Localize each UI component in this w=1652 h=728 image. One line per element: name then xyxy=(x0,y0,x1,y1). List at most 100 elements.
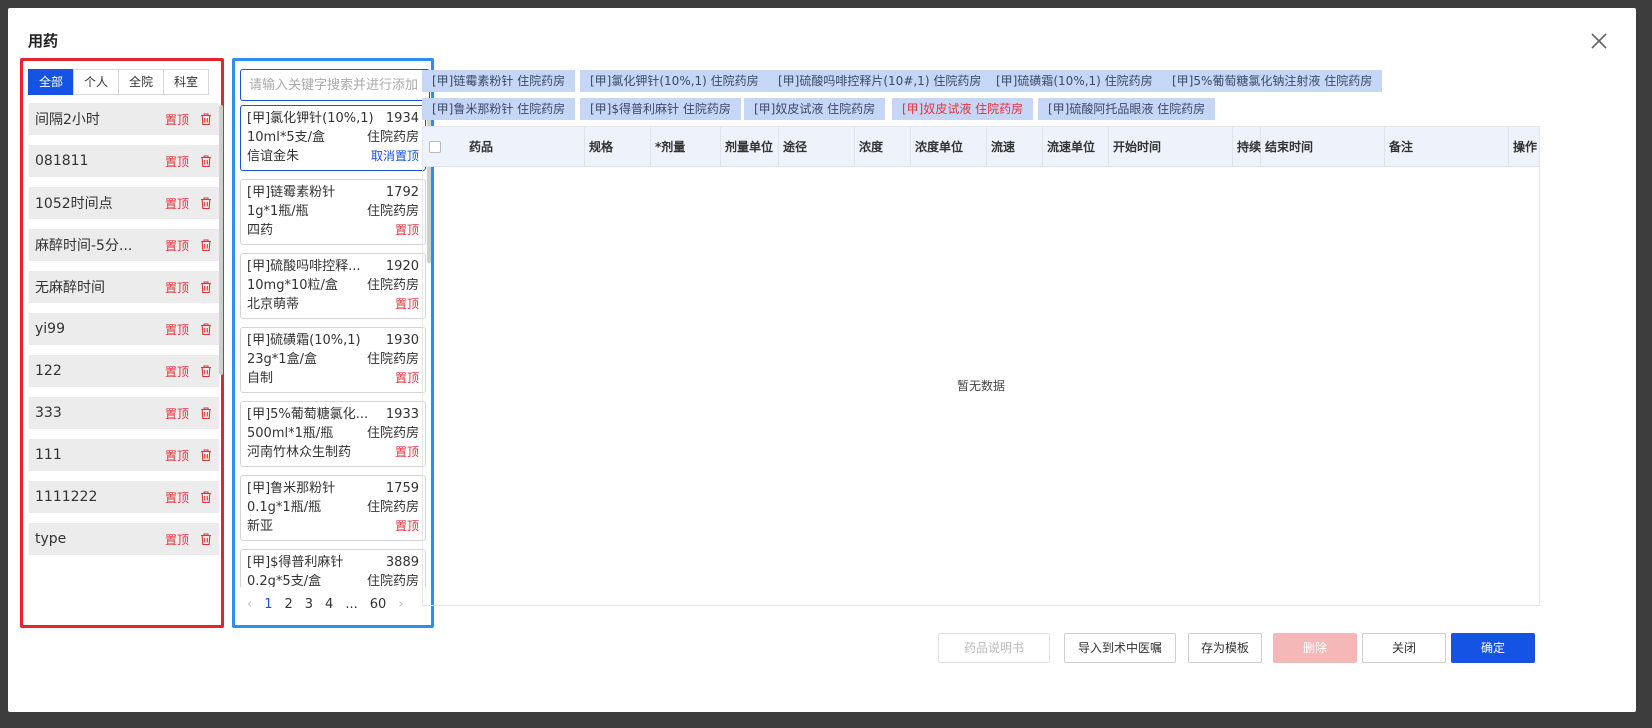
trash-icon[interactable] xyxy=(199,154,213,168)
page-number[interactable]: ... xyxy=(345,597,357,612)
delete-button[interactable]: 删除 xyxy=(1273,633,1357,663)
drug-name: [甲]硫磺霜(10%,1) xyxy=(247,333,361,348)
template-list: 间隔2小时 置顶 081811 置顶 1052时间点 置顶 麻醉时间-5分... 置顶 无麻醉时… xyxy=(29,103,219,565)
column-header: 持续 xyxy=(1233,127,1261,167)
import-order-button[interactable]: 导入到术中医嘱 xyxy=(1064,633,1176,663)
trash-icon[interactable] xyxy=(199,448,213,462)
template-item[interactable]: yi99 置顶 xyxy=(29,313,219,345)
pin-to-top-link[interactable]: 置顶 xyxy=(165,111,189,128)
column-header: 备注 xyxy=(1385,127,1509,167)
template-item[interactable]: 122 置顶 xyxy=(29,355,219,387)
trash-icon[interactable] xyxy=(199,490,213,504)
template-item-label: 1111222 xyxy=(35,489,98,505)
save-template-button[interactable]: 存为模板 xyxy=(1188,633,1262,663)
pin-to-top-link[interactable]: 置顶 xyxy=(395,369,419,388)
pin-to-top-link[interactable]: 置顶 xyxy=(165,195,189,212)
drug-chip[interactable]: [甲]奴皮试液 住院药房 xyxy=(744,98,886,120)
pin-to-top-link[interactable]: 置顶 xyxy=(165,237,189,254)
page-number[interactable]: 2 xyxy=(284,597,292,612)
page-number[interactable]: 4 xyxy=(325,597,333,612)
pin-to-top-link[interactable]: 置顶 xyxy=(395,443,419,462)
trash-icon[interactable] xyxy=(199,322,213,336)
tab-personal[interactable]: 个人 xyxy=(73,69,120,95)
template-item[interactable]: 333 置顶 xyxy=(29,397,219,429)
pin-to-top-link[interactable]: 置顶 xyxy=(395,221,419,240)
dialog-title: 用药 xyxy=(28,32,59,50)
pin-to-top-link[interactable]: 置顶 xyxy=(165,153,189,170)
trash-icon[interactable] xyxy=(199,364,213,378)
confirm-button[interactable]: 确定 xyxy=(1451,633,1535,663)
drug-name: [甲]鲁米那粉针 xyxy=(247,481,336,496)
select-all-checkbox[interactable] xyxy=(429,141,441,153)
close-button[interactable]: 关闭 xyxy=(1362,633,1446,663)
template-item-label: type xyxy=(35,531,67,547)
drug-search-input[interactable] xyxy=(240,69,430,101)
pin-to-top-link[interactable]: 置顶 xyxy=(165,279,189,296)
drug-card[interactable]: [甲]鲁米那粉针 1759 0.1g*1瓶/瓶 住院药房 新亚 置顶 xyxy=(240,475,426,541)
pin-to-top-link[interactable]: 置顶 xyxy=(165,531,189,548)
drug-chip[interactable]: [甲]链霉素粉针 住院药房 xyxy=(422,70,576,92)
trash-icon[interactable] xyxy=(199,112,213,126)
drug-spec: 500ml*1瓶/瓶 xyxy=(247,426,334,441)
drug-card[interactable]: [甲]$得普利麻针38890.2g*5支/盒住院药房捷利康置顶 xyxy=(240,549,426,587)
page-number[interactable]: 1 xyxy=(264,597,272,612)
drug-maker: 自制 xyxy=(247,371,274,386)
pin-to-top-link[interactable]: 置顶 xyxy=(395,295,419,314)
drug-card[interactable]: [甲]链霉素粉针 1792 1g*1瓶/瓶 住院药房 四药 置顶 xyxy=(240,179,426,245)
close-icon[interactable] xyxy=(1588,30,1610,52)
tab-all[interactable]: 全部 xyxy=(28,69,75,95)
prev-page-icon[interactable]: ‹ xyxy=(247,597,252,612)
drug-chip[interactable]: [甲]硫酸阿托品眼液 住院药房 xyxy=(1038,98,1216,120)
drug-card[interactable]: [甲]硫酸吗啡控释... 1920 10mg*10粒/盒 住院药房 北京萌蒂 置顶 xyxy=(240,253,426,319)
drug-chip[interactable]: [甲]$得普利麻针 住院药房 xyxy=(580,98,741,120)
drug-chip[interactable]: [甲]鲁米那粉针 住院药房 xyxy=(422,98,576,120)
drug-chip[interactable]: [甲]硫酸吗啡控释片(10#,1) 住院药房 xyxy=(768,70,992,92)
template-item[interactable]: 111 置顶 xyxy=(29,439,219,471)
column-header: *剂量 xyxy=(651,127,721,167)
template-item[interactable]: 1052时间点 置顶 xyxy=(29,187,219,219)
drug-manual-button[interactable]: 药品说明书 xyxy=(938,633,1050,663)
column-header: 开始时间 xyxy=(1109,127,1233,167)
drug-chip[interactable]: [甲]奴皮试液 住院药房 xyxy=(892,98,1034,120)
drug-card[interactable]: [甲]5%葡萄糖氯化... 1933 500ml*1瓶/瓶 住院药房 河南竹林众生制药 置… xyxy=(240,401,426,467)
trash-icon[interactable] xyxy=(199,238,213,252)
trash-icon[interactable] xyxy=(199,406,213,420)
next-page-icon[interactable]: › xyxy=(398,597,403,612)
drug-pharmacy: 住院药房 xyxy=(366,204,419,219)
drug-chip[interactable]: [甲]氯化钾针(10%,1) 住院药房 xyxy=(580,70,769,92)
template-list-scrollbar[interactable] xyxy=(219,105,223,375)
template-item[interactable]: 麻醉时间-5分... 置顶 xyxy=(29,229,219,261)
template-item[interactable]: type 置顶 xyxy=(29,523,219,555)
template-item[interactable]: 081811 置顶 xyxy=(29,145,219,177)
template-item[interactable]: 无麻醉时间 置顶 xyxy=(29,271,219,303)
pin-to-top-link[interactable]: 置顶 xyxy=(165,405,189,422)
column-header: 浓度 xyxy=(855,127,911,167)
pin-to-top-link[interactable]: 置顶 xyxy=(395,517,419,536)
drug-pharmacy: 住院药房 xyxy=(366,574,419,587)
drug-card[interactable]: [甲]氯化钾针(10%,1) 1934 10ml*5支/盒 住院药房 信谊金朱 取消置顶 xyxy=(240,105,426,171)
tab-department[interactable]: 科室 xyxy=(163,69,210,95)
drug-pharmacy: 住院药房 xyxy=(366,130,419,145)
column-header: 结束时间 xyxy=(1261,127,1385,167)
medication-table: 药品 规格 *剂量 剂量单位 途径 浓度 浓度单位 流速 流速单位 开始时间 持续 结束时间 备注 操作 … xyxy=(422,126,1540,606)
unpin-link[interactable]: 取消置顶 xyxy=(371,147,419,166)
template-item-label: 333 xyxy=(35,405,62,421)
drug-spec: 0.1g*1瓶/瓶 xyxy=(247,500,322,515)
drug-chip[interactable]: [甲]5%葡萄糖氯化钠注射液 住院药房 xyxy=(1162,70,1383,92)
template-tabs: 全部 个人 全院 科室 xyxy=(28,69,210,95)
page-number[interactable]: 3 xyxy=(305,597,313,612)
pin-to-top-link[interactable]: 置顶 xyxy=(165,321,189,338)
trash-icon[interactable] xyxy=(199,532,213,546)
pin-to-top-link[interactable]: 置顶 xyxy=(165,363,189,380)
drug-chip[interactable]: [甲]硫磺霜(10%,1) 住院药房 xyxy=(986,70,1163,92)
column-header: 药品 xyxy=(465,127,585,167)
template-item[interactable]: 1111222 置顶 xyxy=(29,481,219,513)
trash-icon[interactable] xyxy=(199,196,213,210)
pin-to-top-link[interactable]: 置顶 xyxy=(165,447,189,464)
pin-to-top-link[interactable]: 置顶 xyxy=(165,489,189,506)
page-number[interactable]: 60 xyxy=(370,597,387,612)
drug-card[interactable]: [甲]硫磺霜(10%,1) 1930 23g*1盒/盒 住院药房 自制 置顶 xyxy=(240,327,426,393)
tab-hospital[interactable]: 全院 xyxy=(118,69,165,95)
template-item[interactable]: 间隔2小时 置顶 xyxy=(29,103,219,135)
trash-icon[interactable] xyxy=(199,280,213,294)
